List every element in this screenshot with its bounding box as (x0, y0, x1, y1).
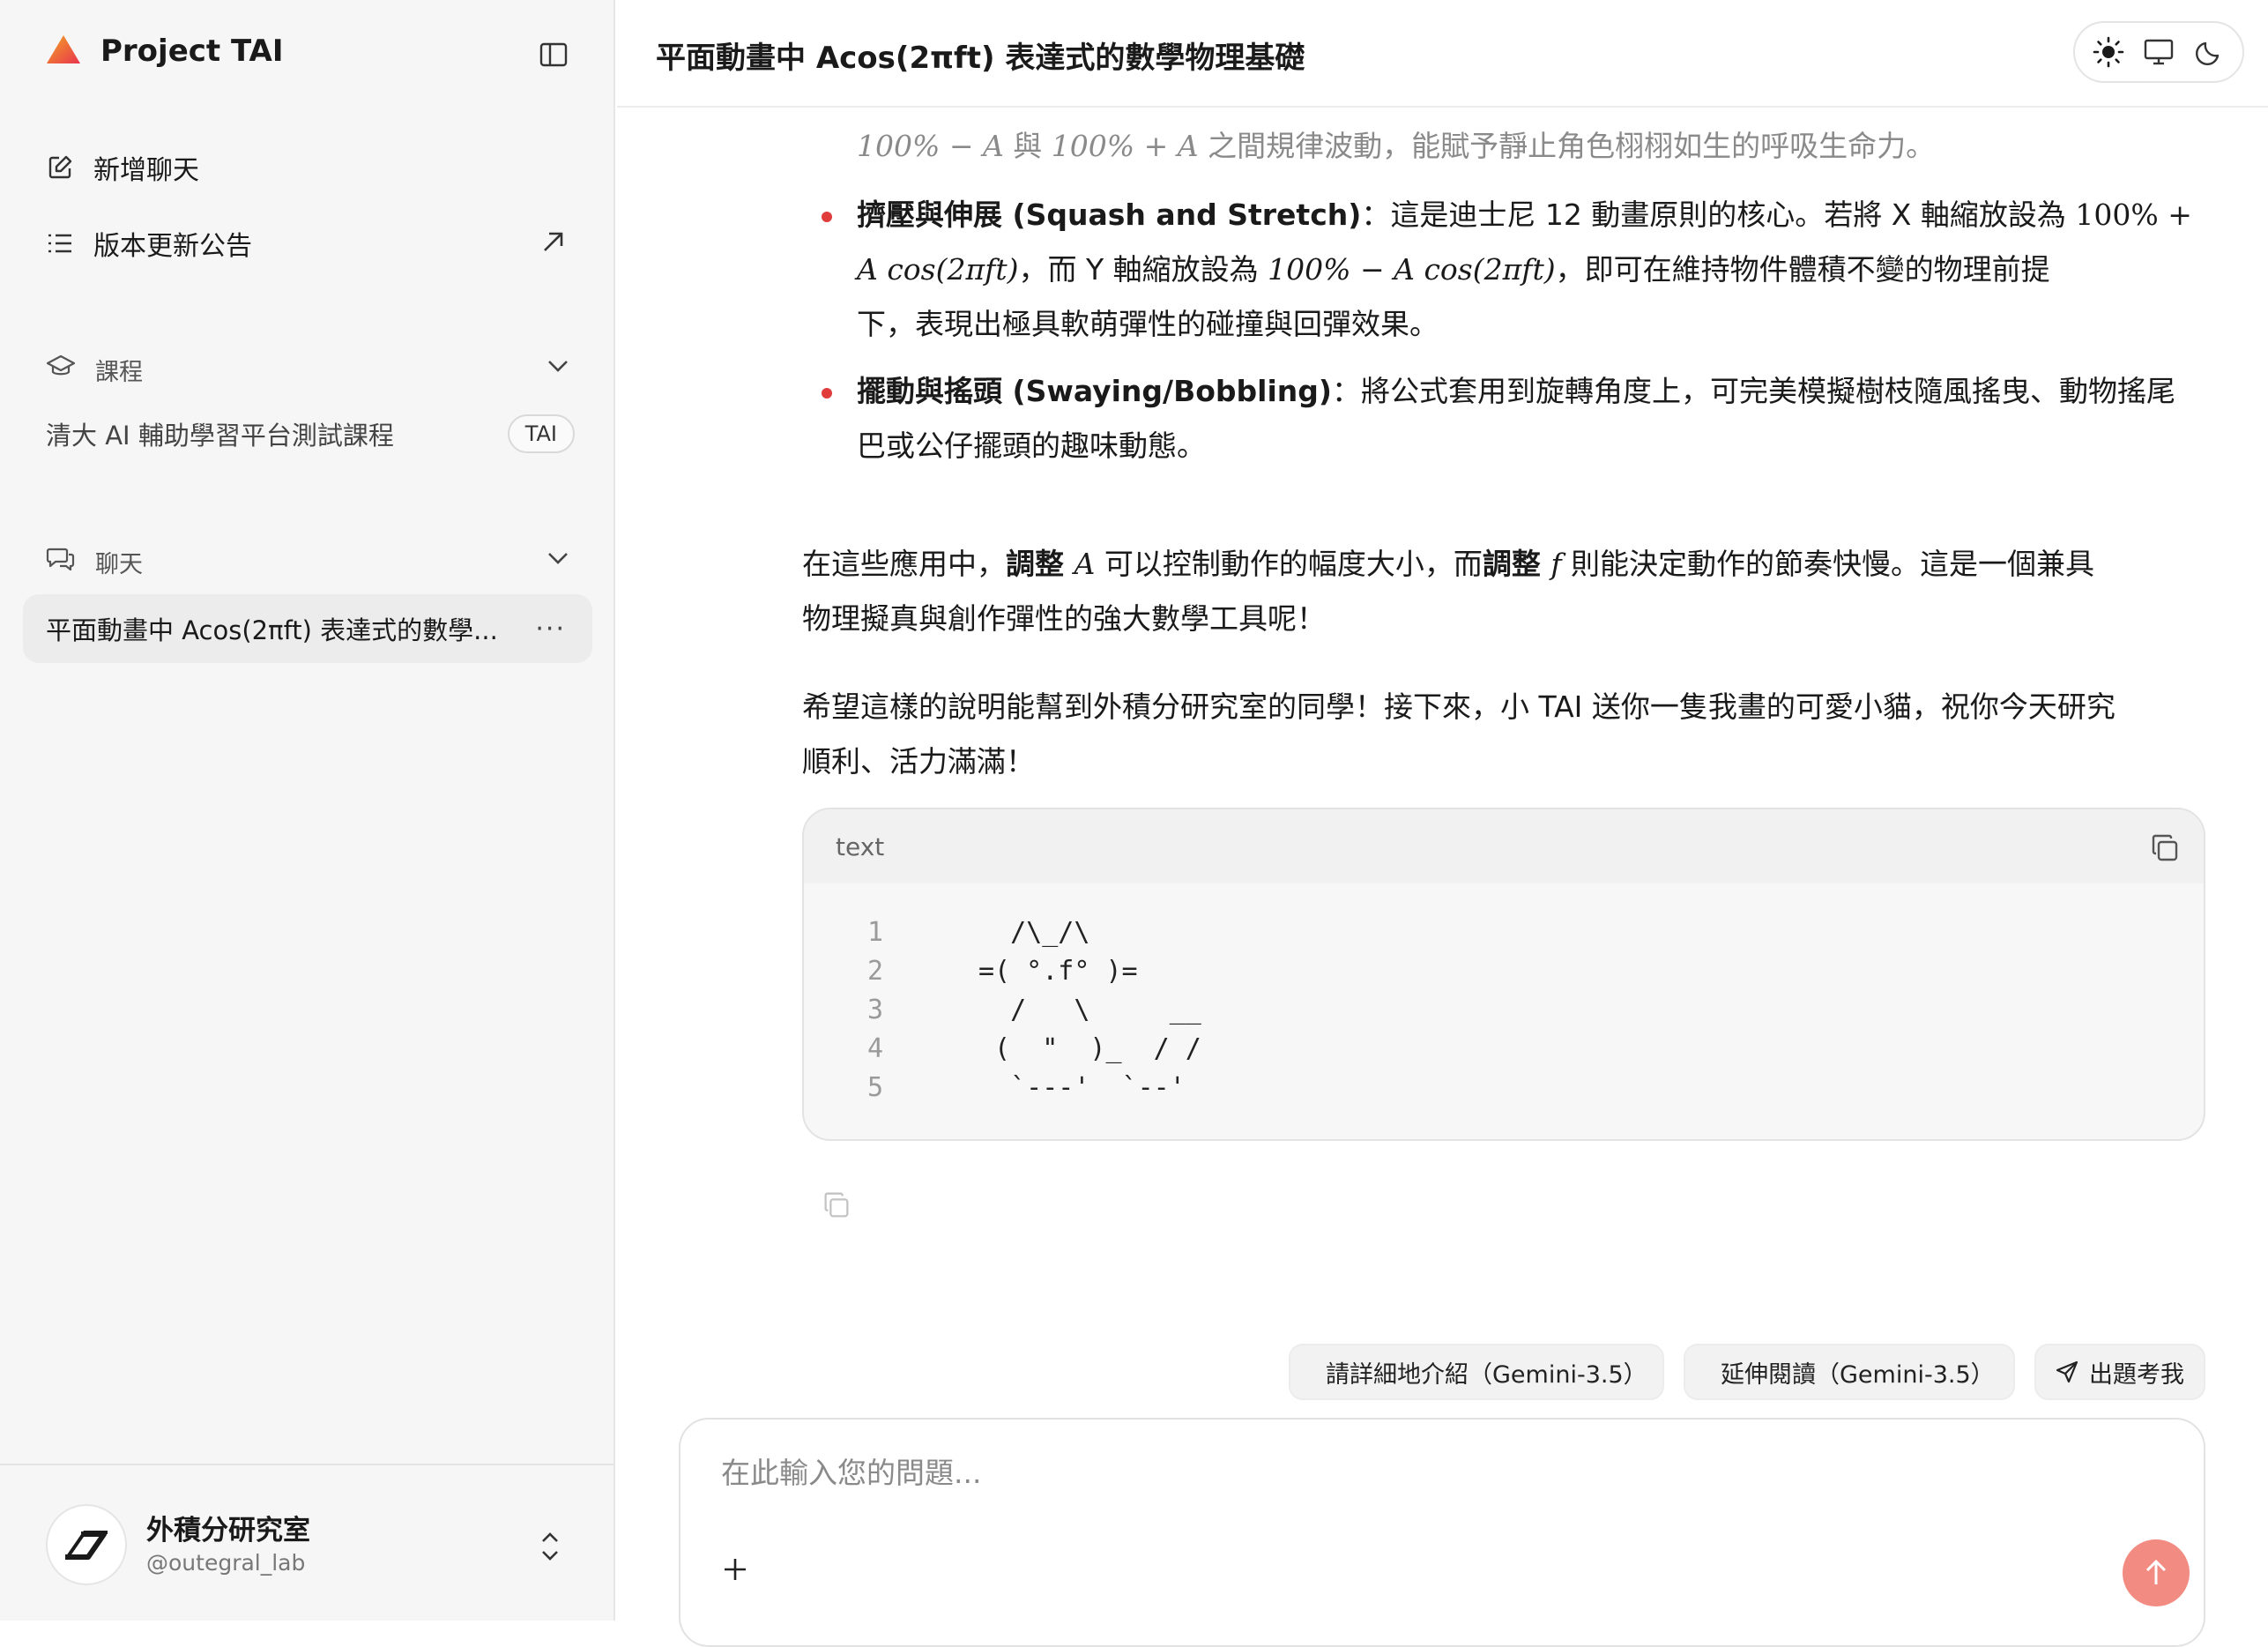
suggestion-quiz-button[interactable]: 出題考我 (2034, 1344, 2205, 1400)
edit-icon (46, 153, 74, 182)
course-name: 清大 AI 輔助學習平台測試課程 (46, 421, 394, 451)
message-line: 巴或公仔擺頭的趣味動態。 (857, 429, 1206, 463)
user-handle: @outegral_lab (146, 1550, 306, 1576)
message-line: 順利、活力滿滿！ (802, 744, 1035, 779)
brand[interactable]: Project TAI (46, 34, 284, 69)
message-line: 物理擬真與創作彈性的強大數學工具呢！ (802, 601, 1326, 636)
code-block: text 1 /\_/\ 2 =( °.f° )= 3 / \ __ 4 ( " )_ … (802, 808, 2205, 1141)
code-line-text: / \ __ (978, 995, 1201, 1025)
message-line: 在這些應用中，調整 A 可以控制動作的幅度大小，而調整 f 則能決定動作的節奏快… (802, 547, 2095, 581)
code-block-header: text (804, 809, 2204, 883)
message-line: 100% − A 與 100% + A 之間規律波動，能賦予靜止角色栩栩如生的呼… (857, 129, 1936, 163)
suggestion-label: 出題考我 (2089, 1360, 2184, 1389)
courses-section-header[interactable]: 課程 (46, 353, 571, 387)
message-line: 希望這樣的說明能幫到外積分研究室的同學！接下來，小 TAI 送你一隻我畫的可愛小… (802, 689, 2116, 724)
send-plane-icon (2056, 1360, 2078, 1383)
message-line: A cos(2πft)，而 Y 軸縮放設為 100% − A cos(2πft)… (857, 252, 2050, 287)
courses-heading: 課程 (95, 359, 143, 386)
more-options-icon[interactable]: ··· (535, 614, 566, 645)
code-line-text: `---' `--' (978, 1072, 1186, 1103)
user-name: 外積分研究室 (146, 1515, 310, 1546)
course-item[interactable]: 清大 AI 輔助學習平台測試課程 TAI (46, 414, 575, 453)
code-language-label: text (836, 832, 885, 861)
monitor-icon[interactable] (2141, 34, 2176, 70)
code-line-number: 3 (867, 995, 884, 1025)
chats-heading: 聊天 (95, 551, 143, 578)
code-line-text: ( " )_ / / (978, 1033, 1201, 1064)
new-chat-label: 新增聊天 (93, 155, 199, 186)
message-line: 擠壓與伸展 (Squash and Stretch)：這是迪士尼 12 動畫原則… (857, 197, 2192, 232)
chat-item-active[interactable]: 平面動畫中 Acos(2πft) 表達式的數學... ··· (23, 594, 592, 663)
code-line-number: 1 (867, 917, 884, 948)
list-icon (46, 229, 74, 257)
copy-icon[interactable] (2147, 831, 2182, 866)
arrow-up-icon (2145, 1559, 2167, 1584)
outegral-logo-icon (65, 1531, 108, 1560)
plus-icon[interactable] (716, 1550, 755, 1589)
sidebar: Project TAI 新增聊天 版本更新公告 課程 清大 AI 輔助學習平台測… (0, 0, 615, 1621)
chat-input-box (679, 1418, 2205, 1647)
moon-icon[interactable] (2191, 34, 2227, 70)
code-line-number: 4 (867, 1033, 884, 1064)
copy-message-icon[interactable] (820, 1189, 853, 1222)
message-line: 擺動與搖頭 (Swaying/Bobbling)：將公式套用到旋轉角度上，可完美… (857, 374, 2175, 408)
logo-triangle-icon (46, 34, 81, 68)
chat-bubbles-icon (46, 546, 76, 578)
chats-section-header[interactable]: 聊天 (46, 545, 571, 579)
code-line-text: =( °.f° )= (978, 956, 1138, 987)
sidebar-toggle-button[interactable] (536, 37, 571, 72)
chevron-down-icon[interactable] (545, 545, 571, 578)
suggestion-label: 延伸閱讀（Gemini-3.5） (1721, 1360, 1995, 1389)
message-line: 下，表現出極具軟萌彈性的碰撞與回彈效果。 (857, 307, 1439, 341)
sun-icon[interactable] (2091, 34, 2126, 70)
code-line: 4 ( " )_ / / (804, 1030, 1597, 1069)
page-title: 平面動畫中 Acos(2πft) 表達式的數學物理基礎 (656, 41, 1305, 76)
suggestion-reading-button[interactable]: 延伸閱讀（Gemini-3.5） (1684, 1344, 2015, 1400)
new-chat-button[interactable]: 新增聊天 (46, 148, 199, 187)
code-line: 2 =( °.f° )= (804, 952, 1597, 991)
question-input[interactable] (719, 1455, 2045, 1491)
brand-title: Project TAI (100, 34, 284, 69)
bullet-marker (822, 388, 832, 399)
sidebar-panel-icon (539, 42, 568, 67)
course-badge: TAI (507, 414, 575, 453)
code-line: 5 `---' `--' (804, 1069, 1597, 1107)
chevron-up-down-icon[interactable] (538, 1529, 562, 1568)
chat-item-title: 平面動畫中 Acos(2πft) 表達式的數學... (46, 615, 498, 645)
send-button[interactable] (2123, 1539, 2190, 1606)
release-notes-link[interactable]: 版本更新公告 (46, 224, 252, 263)
code-line-number: 2 (867, 956, 884, 987)
code-line-text: /\_/\ (978, 917, 1090, 948)
graduation-cap-icon (46, 354, 76, 386)
theme-switcher (2073, 21, 2244, 83)
code-line: 3 / \ __ (804, 991, 1597, 1030)
suggestion-label: 請詳細地介紹（Gemini-3.5） (1326, 1360, 1647, 1389)
release-notes-label: 版本更新公告 (93, 231, 252, 262)
user-profile[interactable]: 外積分研究室 @outegral_lab (0, 1464, 615, 1622)
bullet-marker (822, 212, 832, 222)
code-line-number: 5 (867, 1072, 884, 1103)
suggestion-detail-button[interactable]: 請詳細地介紹（Gemini-3.5） (1289, 1344, 1664, 1400)
external-link-icon[interactable] (538, 226, 569, 257)
avatar (46, 1504, 127, 1585)
top-bar: 平面動畫中 Acos(2πft) 表達式的數學物理基礎 (617, 0, 2268, 108)
code-line: 1 /\_/\ (804, 913, 1597, 952)
chevron-down-icon[interactable] (545, 353, 571, 385)
